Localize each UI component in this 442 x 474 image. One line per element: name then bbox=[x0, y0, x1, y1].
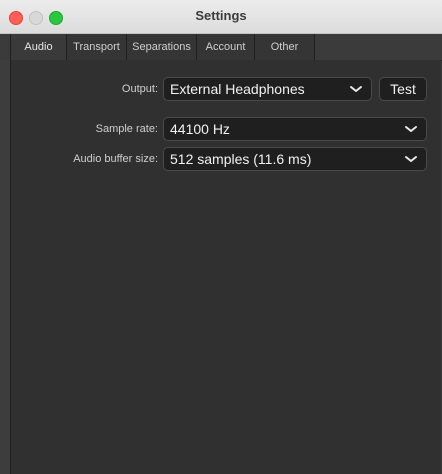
tab-separations[interactable]: Separations bbox=[127, 34, 197, 60]
window-title: Settings bbox=[195, 8, 247, 23]
chevron-down-icon bbox=[350, 86, 362, 92]
buffer-size-select[interactable]: 512 samples (11.6 ms) bbox=[163, 147, 427, 171]
buffer-size-label: Audio buffer size: bbox=[73, 153, 158, 165]
tab-transport[interactable]: Transport bbox=[67, 34, 127, 60]
output-device-value: External Headphones bbox=[170, 81, 305, 97]
title-bar[interactable]: Settings bbox=[0, 0, 442, 34]
buffer-size-value: 512 samples (11.6 ms) bbox=[170, 151, 312, 167]
output-device-select[interactable]: External Headphones bbox=[163, 77, 372, 101]
output-label: Output: bbox=[121, 83, 158, 95]
sample-rate-select[interactable]: 44100 Hz bbox=[163, 117, 427, 141]
tab-account[interactable]: Account bbox=[197, 34, 255, 60]
tab-bar: Audio Transport Separations Account Othe… bbox=[0, 34, 442, 61]
window-left-strip bbox=[0, 60, 10, 474]
tab-audio[interactable]: Audio bbox=[10, 34, 67, 60]
sample-rate-value: 44100 Hz bbox=[170, 121, 230, 137]
settings-window: Settings Audio Transport Separations Acc… bbox=[0, 0, 442, 474]
sample-rate-label: Sample rate: bbox=[95, 123, 158, 135]
test-button[interactable]: Test bbox=[379, 77, 427, 101]
chevron-down-icon bbox=[405, 156, 417, 162]
chevron-down-icon bbox=[405, 126, 417, 132]
tab-other[interactable]: Other bbox=[255, 34, 315, 60]
